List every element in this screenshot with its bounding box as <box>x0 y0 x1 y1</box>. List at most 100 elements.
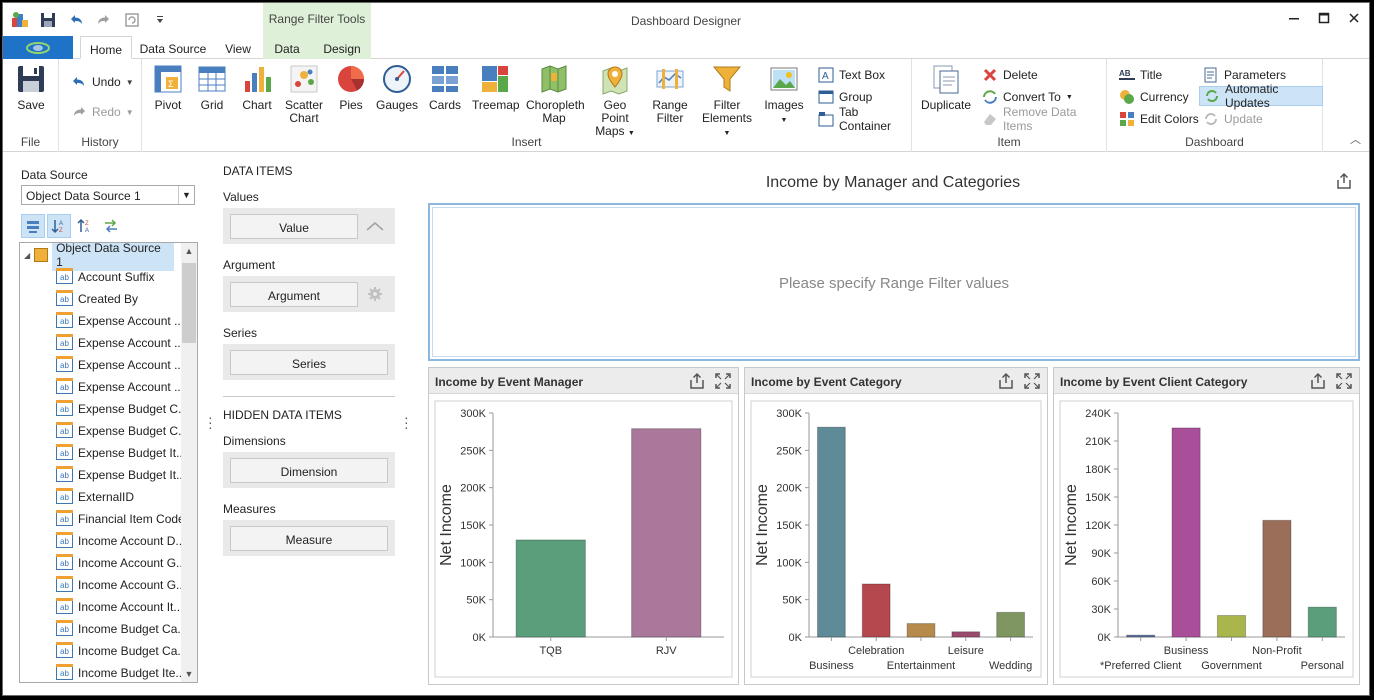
remove-data-items-button[interactable]: Remove Data Items <box>978 105 1106 133</box>
right-splitter-grip-icon[interactable]: · · · <box>404 410 409 434</box>
bar[interactable] <box>951 631 981 638</box>
bar[interactable] <box>1171 427 1201 638</box>
scroll-up-arrow-icon[interactable]: ▲ <box>181 243 197 259</box>
minimize-button[interactable] <box>1285 9 1303 27</box>
field-list-item[interactable]: ab Account Suffix <box>56 267 182 287</box>
bar[interactable] <box>1307 606 1337 638</box>
convert-to-button[interactable]: Convert To ▼ <box>978 87 1077 107</box>
chart-panel-client-category[interactable]: Income by Event Client Category 0K 30K 60K… <box>1053 367 1360 685</box>
redo-icon[interactable] <box>93 9 115 31</box>
field-list-item[interactable]: ab Income Budget Ca... <box>56 641 182 661</box>
tab-home[interactable]: Home <box>80 36 132 59</box>
filter-elements-button[interactable]: Filter Elements ▼ <box>700 63 754 140</box>
automatic-updates-toggle[interactable]: Automatic Updates <box>1199 82 1323 110</box>
field-list-item[interactable]: ab Income Account D... <box>56 531 182 551</box>
expand-arrow-icon[interactable]: ◢ <box>24 251 30 260</box>
series-item-button[interactable]: Series <box>230 350 388 375</box>
tab-design[interactable]: Design <box>319 36 365 59</box>
bar[interactable] <box>1216 615 1247 638</box>
chart-button[interactable]: Chart <box>238 63 276 112</box>
tree-root-node[interactable]: ◢ Object Data Source 1 <box>24 243 174 271</box>
refresh-icon[interactable] <box>121 9 143 31</box>
undo-button[interactable]: Undo ▼ <box>67 72 138 92</box>
title-button[interactable]: AB Title <box>1115 65 1166 85</box>
field-list-item[interactable]: ab Expense Budget It... <box>56 465 182 485</box>
close-button[interactable] <box>1345 9 1363 27</box>
measure-item-button[interactable]: Measure <box>230 526 388 551</box>
bar[interactable] <box>1126 634 1156 638</box>
update-button[interactable]: Update <box>1199 109 1267 129</box>
text-box-button[interactable]: A Text Box <box>814 65 889 85</box>
images-button[interactable]: Images ▼ <box>764 63 804 127</box>
pies-button[interactable]: Pies <box>334 63 368 112</box>
field-list-item[interactable]: ab Income Account G... <box>56 575 182 595</box>
field-list-item[interactable]: ab Financial Item Code <box>56 509 182 529</box>
choropleth-map-button[interactable]: Choropleth Map <box>526 63 585 125</box>
collapse-ribbon-icon[interactable]: ︿ <box>1350 131 1361 147</box>
scatter-chart-button[interactable]: Scatter Chart <box>282 63 326 125</box>
bar[interactable] <box>906 623 936 638</box>
bar[interactable] <box>631 428 702 638</box>
save-icon[interactable] <box>37 9 59 31</box>
bar[interactable] <box>817 426 846 638</box>
file-menu-button[interactable] <box>3 36 73 59</box>
maximize-icon[interactable] <box>1023 372 1041 390</box>
field-list-item[interactable]: ab Expense Account ... <box>56 333 182 353</box>
field-list-item[interactable]: ab ExternalID <box>56 487 182 507</box>
field-list-item[interactable]: ab Income Account G... <box>56 553 182 573</box>
value-item-button[interactable]: Value <box>230 214 358 239</box>
field-list-item[interactable]: ab Expense Budget C... <box>56 399 182 419</box>
tab-view[interactable]: View <box>218 36 258 59</box>
bar[interactable] <box>861 583 891 638</box>
undo-icon[interactable] <box>65 9 87 31</box>
field-list-item[interactable]: ab Income Budget Ca... <box>56 619 182 639</box>
range-filter-button[interactable]: Range Filter <box>648 63 692 125</box>
tab-data-source[interactable]: Data Source <box>137 36 209 59</box>
field-list-item[interactable]: ab Expense Budget It... <box>56 443 182 463</box>
cards-button[interactable]: Cards <box>426 63 464 112</box>
pivot-button[interactable]: Σ Pivot <box>148 63 188 112</box>
field-list-item[interactable]: ab Expense Account ... <box>56 355 182 375</box>
scroll-thumb[interactable] <box>182 263 196 343</box>
left-splitter-grip-icon[interactable]: · · · <box>208 410 213 434</box>
app-icon[interactable] <box>9 9 31 31</box>
group-by-type-icon[interactable] <box>21 214 45 238</box>
argument-item-button[interactable]: Argument <box>230 282 358 307</box>
sparkline-icon[interactable] <box>365 217 385 235</box>
delete-button[interactable]: Delete <box>978 65 1042 85</box>
save-button[interactable]: Save <box>13 63 49 112</box>
refresh-fields-icon[interactable] <box>99 214 123 238</box>
group-button[interactable]: Group <box>814 87 876 107</box>
field-list-item[interactable]: ab Expense Account ... <box>56 311 182 331</box>
customize-toolbar-icon[interactable] <box>149 9 171 31</box>
export-icon[interactable] <box>1309 372 1327 390</box>
field-list-item[interactable]: ab Expense Budget C... <box>56 421 182 441</box>
sort-ascending-icon[interactable]: AZ <box>47 214 71 238</box>
scroll-down-arrow-icon[interactable]: ▼ <box>181 666 197 682</box>
chevron-down-icon[interactable]: ▼ <box>178 186 194 204</box>
field-list-item[interactable]: ab Income Account It... <box>56 597 182 617</box>
tab-container-button[interactable]: Tab Container <box>814 105 911 133</box>
bar[interactable] <box>1262 519 1292 638</box>
edit-colors-button[interactable]: Edit Colors <box>1115 109 1203 129</box>
tab-data[interactable]: Data <box>269 36 305 59</box>
maximize-button[interactable] <box>1315 9 1333 27</box>
gear-icon[interactable] <box>365 285 385 303</box>
currency-button[interactable]: Currency <box>1115 87 1193 107</box>
bar[interactable] <box>996 611 1025 638</box>
geo-point-maps-button[interactable]: Geo Point Maps ▼ <box>590 63 640 140</box>
export-icon[interactable] <box>997 372 1015 390</box>
gauges-button[interactable]: Gauges <box>376 63 418 112</box>
chart-panel-event-category[interactable]: Income by Event Category 0K 50K 100K 150K 20… <box>744 367 1048 685</box>
grid-button[interactable]: Grid <box>194 63 230 112</box>
tree-scrollbar[interactable]: ▲ ▼ <box>181 243 197 682</box>
export-icon[interactable] <box>1335 172 1353 190</box>
redo-button[interactable]: Redo ▼ <box>67 102 138 122</box>
data-source-combo[interactable]: Object Data Source 1 ▼ <box>21 185 195 205</box>
maximize-icon[interactable] <box>1335 372 1353 390</box>
range-filter-item[interactable]: Please specify Range Filter values <box>428 203 1360 361</box>
sort-descending-icon[interactable]: ZA <box>73 214 97 238</box>
export-icon[interactable] <box>688 372 706 390</box>
chart-panel-event-manager[interactable]: Income by Event Manager 0K 50K 100K 150K 200… <box>428 367 739 685</box>
field-list-item[interactable]: ab Created By <box>56 289 182 309</box>
